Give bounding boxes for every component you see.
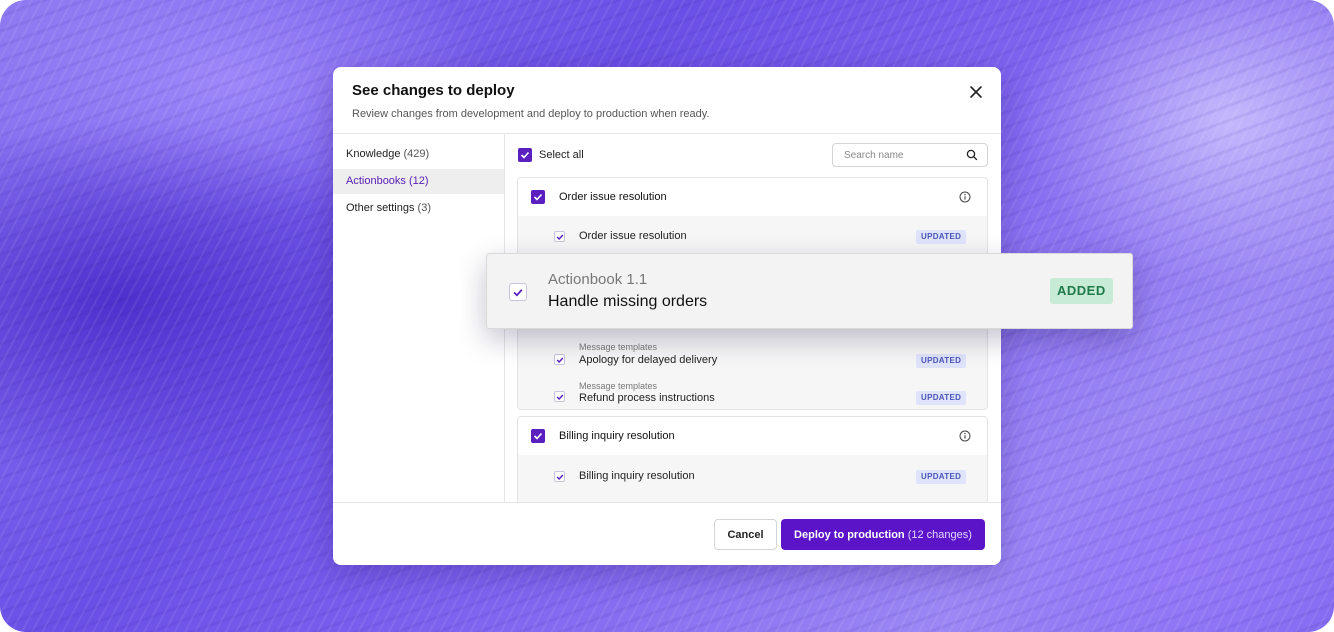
sidebar-item-count: (12)	[409, 175, 429, 187]
highlighted-item-checkbox[interactable]	[509, 283, 527, 301]
select-all-checkbox[interactable]	[518, 148, 532, 162]
search-input[interactable]	[844, 148, 964, 163]
category-sidebar: Knowledge (429) Actionbooks (12) Other s…	[333, 134, 505, 502]
dialog-header: See changes to deploy Review changes fro…	[333, 67, 1001, 134]
check-icon	[556, 394, 564, 401]
item-category: Message templates	[579, 342, 658, 352]
list-item[interactable]: Message templates Refund process instruc…	[518, 374, 987, 409]
status-badge: UPDATED	[916, 391, 967, 405]
item-checkbox[interactable]	[554, 471, 565, 482]
group-header: Billing inquiry resolution	[518, 417, 987, 455]
highlighted-item-category: Actionbook 1.1	[548, 271, 648, 288]
cancel-button[interactable]: Cancel	[714, 519, 777, 550]
added-badge: ADDED	[1050, 278, 1113, 304]
status-badge: UPDATED	[916, 354, 967, 368]
deploy-to-production-button[interactable]: Deploy to production (12 changes)	[781, 519, 985, 550]
search-icon	[966, 149, 978, 161]
highlighted-item-title: Handle missing orders	[548, 293, 708, 310]
sidebar-item-actionbooks[interactable]: Actionbooks (12)	[333, 169, 504, 194]
group-title: Order issue resolution	[559, 191, 667, 203]
check-icon	[520, 151, 530, 159]
deploy-button-count: (12 changes)	[907, 528, 972, 541]
item-checkbox[interactable]	[554, 231, 565, 242]
dialog-footer: Cancel Deploy to production (12 changes)	[333, 502, 1001, 565]
item-label: Apology for delayed delivery	[579, 354, 718, 366]
dialog-title: See changes to deploy	[352, 82, 515, 99]
item-label: Order issue resolution	[579, 230, 687, 242]
item-label: Refund process instructions	[579, 392, 715, 404]
check-icon	[556, 357, 564, 364]
change-group-billing-inquiry: Billing inquiry resolution Billing inqui…	[517, 416, 988, 516]
list-item[interactable]: Order issue resolution UPDATED	[518, 216, 987, 256]
sidebar-item-label: Knowledge	[346, 148, 401, 160]
check-icon	[533, 193, 543, 201]
info-icon[interactable]	[959, 191, 971, 203]
close-icon[interactable]	[967, 83, 985, 101]
check-icon	[556, 474, 564, 481]
check-icon	[533, 432, 543, 440]
search-field[interactable]	[832, 143, 988, 167]
group-header: Order issue resolution	[518, 178, 987, 216]
group-checkbox[interactable]	[531, 190, 545, 204]
group-title: Billing inquiry resolution	[559, 430, 675, 442]
deploy-button-label: Deploy to production	[794, 528, 905, 541]
sidebar-item-knowledge[interactable]: Knowledge (429)	[333, 142, 504, 167]
item-category: Message templates	[579, 381, 658, 391]
info-icon[interactable]	[959, 430, 971, 442]
highlighted-change-card[interactable]: Actionbook 1.1 Handle missing orders ADD…	[486, 253, 1133, 329]
check-icon	[513, 289, 523, 297]
list-item[interactable]: Message templates Apology for delayed de…	[518, 336, 987, 374]
select-all-label: Select all	[539, 149, 584, 161]
sidebar-item-other-settings[interactable]: Other settings (3)	[333, 196, 504, 221]
status-badge: UPDATED	[916, 230, 967, 244]
status-badge: UPDATED	[916, 470, 967, 484]
group-checkbox[interactable]	[531, 429, 545, 443]
sidebar-item-count: (3)	[417, 202, 431, 214]
sidebar-item-label: Other settings	[346, 202, 415, 214]
item-label: Billing inquiry resolution	[579, 470, 695, 482]
dialog-subtitle: Review changes from development and depl…	[352, 108, 710, 120]
item-checkbox[interactable]	[554, 391, 565, 402]
item-checkbox[interactable]	[554, 354, 565, 365]
sidebar-item-count: (429)	[403, 148, 430, 160]
sidebar-item-label: Actionbooks	[346, 175, 406, 187]
list-item[interactable]: Billing inquiry resolution UPDATED	[518, 455, 987, 497]
check-icon	[556, 234, 564, 241]
